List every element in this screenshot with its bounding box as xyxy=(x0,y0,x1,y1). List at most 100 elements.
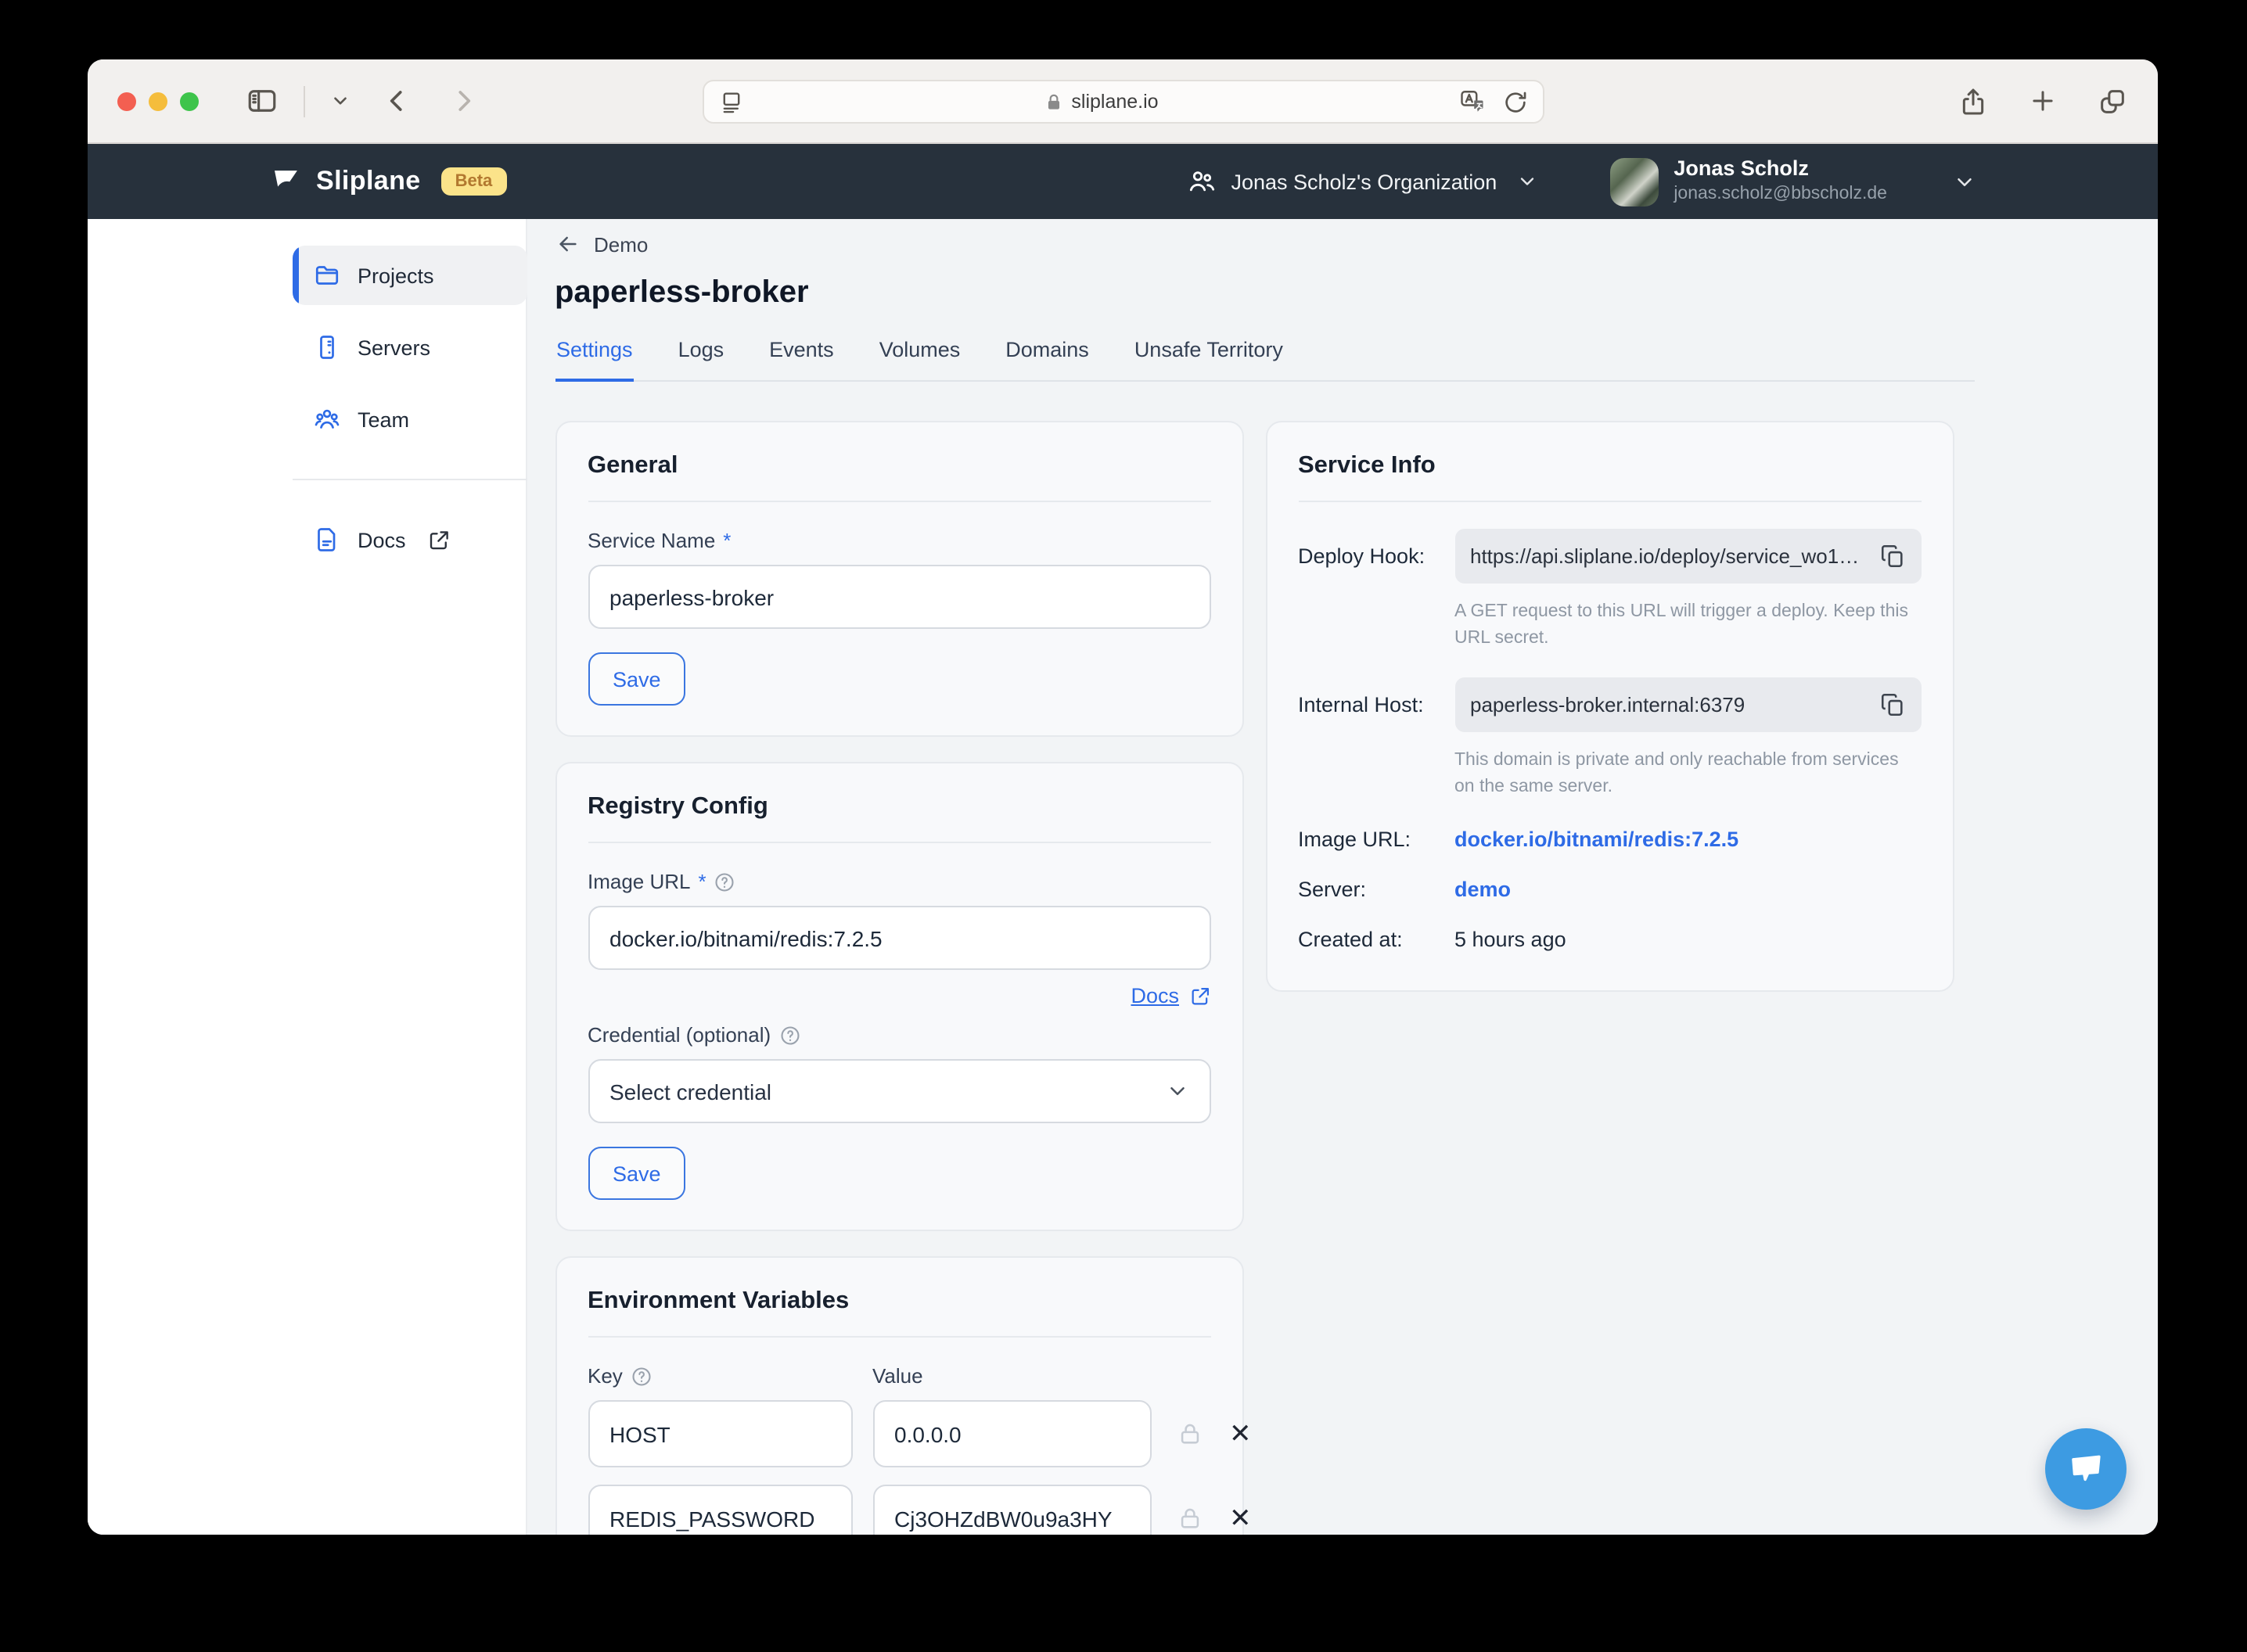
page-title: paperless-broker xyxy=(555,275,1974,311)
back-arrow-icon[interactable] xyxy=(555,232,580,257)
browser-toolbar: sliplane.io xyxy=(88,59,2158,144)
service-name-input[interactable] xyxy=(588,565,1210,629)
env-value-input[interactable] xyxy=(872,1485,1151,1535)
internal-host-value-pill: paperless-broker.internal:6379 xyxy=(1454,678,1921,733)
avatar xyxy=(1609,157,1658,206)
image-url-input[interactable] xyxy=(588,906,1210,970)
credential-select[interactable]: Select credential xyxy=(588,1059,1210,1123)
environment-variables-card: Environment Variables Key Value xyxy=(555,1256,1243,1535)
sidebar: Projects Servers Team xyxy=(271,219,527,1535)
tls-lock-icon xyxy=(1043,92,1063,112)
service-info-title: Service Info xyxy=(1298,452,1921,502)
sidebar-item-label: Projects xyxy=(358,264,434,287)
lock-icon[interactable] xyxy=(1176,1505,1203,1532)
chat-icon xyxy=(2065,1449,2106,1489)
registry-config-card: Registry Config Image URL * xyxy=(555,762,1243,1231)
internal-host-help: This domain is private and only reachabl… xyxy=(1454,749,1921,801)
remove-variable-button[interactable]: ✕ xyxy=(1229,1420,1252,1447)
general-card-title: General xyxy=(588,452,1210,502)
brand[interactable]: Sliplane Beta xyxy=(269,165,506,198)
tab-unsafe-territory[interactable]: Unsafe Territory xyxy=(1133,338,1285,382)
tab-volumes[interactable]: Volumes xyxy=(878,338,962,382)
toolbar-chevron-down-icon[interactable] xyxy=(330,91,351,111)
sidebar-divider xyxy=(292,479,527,480)
sliplane-logo-icon xyxy=(269,165,302,198)
deploy-hook-url: https://api.sliplane.io/deploy/service_w… xyxy=(1470,544,1866,568)
user-chevron-down-icon[interactable] xyxy=(1953,170,1976,193)
service-info-card: Service Info Deploy Hook: https://api.sl… xyxy=(1265,421,1954,991)
help-icon[interactable] xyxy=(778,1024,800,1046)
user-menu[interactable]: Jonas Scholz jonas.scholz@bbscholz.de xyxy=(1609,157,1887,206)
reload-button[interactable] xyxy=(1501,88,1528,115)
credential-label: Credential (optional) xyxy=(588,1023,771,1047)
browser-window: sliplane.io xyxy=(88,59,2158,1535)
toolbar-divider xyxy=(304,85,305,117)
tab-domains[interactable]: Domains xyxy=(1004,338,1091,382)
env-key-input[interactable] xyxy=(588,1400,852,1467)
server-link[interactable]: demo xyxy=(1454,877,1511,900)
service-name-label: Service Name xyxy=(588,529,715,552)
new-tab-button[interactable] xyxy=(2028,86,2058,116)
external-link-icon xyxy=(428,528,451,551)
created-at-label: Created at: xyxy=(1298,927,1454,950)
deploy-hook-help: A GET request to this URL will trigger a… xyxy=(1454,599,1921,652)
server-label: Server: xyxy=(1298,877,1454,900)
translate-icon[interactable] xyxy=(1458,88,1486,116)
remove-variable-button[interactable]: ✕ xyxy=(1229,1505,1252,1532)
internal-host-label: Internal Host: xyxy=(1298,694,1454,717)
sidebar-item-label: Team xyxy=(358,408,409,431)
general-card: General Service Name * Save xyxy=(555,421,1243,737)
sidebar-item-servers[interactable]: Servers xyxy=(292,318,527,377)
share-button[interactable] xyxy=(1958,85,1989,117)
copy-icon[interactable] xyxy=(1878,543,1905,569)
reader-icon[interactable] xyxy=(717,88,744,115)
tab-logs[interactable]: Logs xyxy=(677,338,726,382)
external-link-icon xyxy=(1188,985,1210,1007)
sidebar-item-docs[interactable]: Docs xyxy=(292,510,527,569)
help-icon[interactable] xyxy=(631,1365,653,1387)
tab-settings[interactable]: Settings xyxy=(555,338,635,382)
help-icon[interactable] xyxy=(714,871,736,892)
tab-bar: Settings Logs Events Volumes Domains Uns… xyxy=(555,338,1974,382)
sidebar-item-projects[interactable]: Projects xyxy=(292,246,527,305)
env-value-input[interactable] xyxy=(872,1400,1151,1467)
brand-name: Sliplane xyxy=(316,166,421,197)
tab-events[interactable]: Events xyxy=(768,338,836,382)
deploy-hook-label: Deploy Hook: xyxy=(1298,544,1454,568)
breadcrumb-label[interactable]: Demo xyxy=(594,232,648,256)
sidebar-item-team[interactable]: Team xyxy=(292,390,527,449)
env-variable-row: ✕ xyxy=(588,1485,1210,1535)
main-content: Demo paperless-broker Settings Logs Even… xyxy=(527,219,1974,1535)
back-button[interactable] xyxy=(382,86,412,116)
image-url-link[interactable]: docker.io/bitnami/redis:7.2.5 xyxy=(1454,827,1738,850)
window-zoom-button[interactable] xyxy=(180,92,199,110)
document-icon xyxy=(312,526,340,554)
key-column-header: Key xyxy=(588,1364,623,1388)
forward-button[interactable] xyxy=(449,86,479,116)
breadcrumb: Demo xyxy=(555,232,1974,257)
env-variable-row: ✕ xyxy=(588,1400,1210,1467)
team-icon xyxy=(312,405,340,433)
sidebar-item-label: Servers xyxy=(358,336,430,359)
url-bar[interactable]: sliplane.io xyxy=(702,80,1544,124)
copy-icon[interactable] xyxy=(1878,692,1905,719)
tabs-overview-button[interactable] xyxy=(2097,85,2128,117)
org-switcher[interactable]: Jonas Scholz's Organization xyxy=(1185,166,1537,197)
env-key-input[interactable] xyxy=(588,1485,852,1535)
beta-badge: Beta xyxy=(441,167,507,196)
chat-bubble-button[interactable] xyxy=(2045,1428,2127,1510)
save-button[interactable]: Save xyxy=(588,652,686,706)
server-icon xyxy=(312,333,340,361)
docs-link[interactable]: Docs xyxy=(1131,984,1179,1007)
internal-host-value: paperless-broker.internal:6379 xyxy=(1470,694,1866,717)
window-minimize-button[interactable] xyxy=(149,92,167,110)
traffic-lights xyxy=(117,92,199,110)
env-card-title: Environment Variables xyxy=(588,1287,1210,1338)
window-close-button[interactable] xyxy=(117,92,136,110)
lock-icon[interactable] xyxy=(1176,1420,1203,1447)
sidebar-toggle-button[interactable] xyxy=(246,84,279,117)
url-text[interactable]: sliplane.io xyxy=(1071,91,1158,113)
credential-select-value: Select credential xyxy=(609,1079,771,1104)
registry-card-title: Registry Config xyxy=(588,793,1210,843)
save-button[interactable]: Save xyxy=(588,1147,686,1200)
